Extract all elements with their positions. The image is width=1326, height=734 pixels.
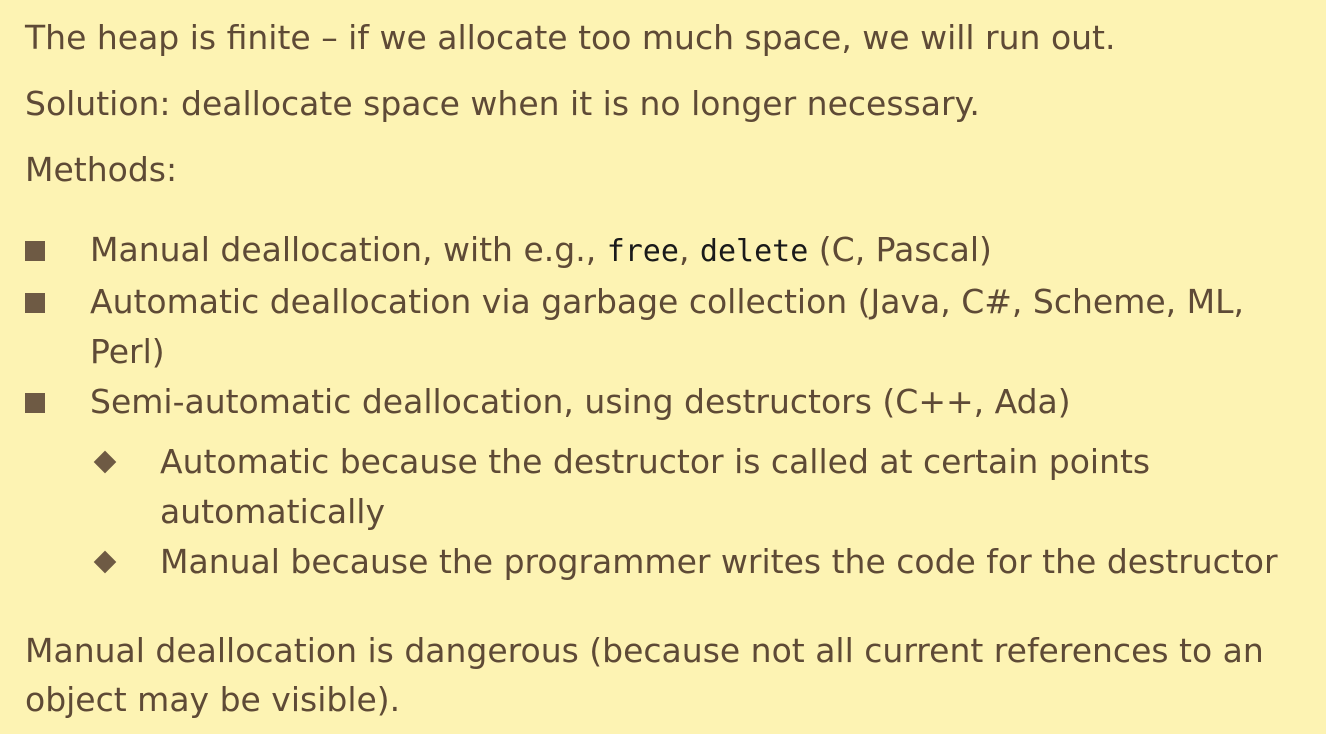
semi-automatic-subpoints: Automatic because the destructor is call… <box>0 437 1326 587</box>
closing-statement: Manual deallocation is dangerous (becaus… <box>25 631 1264 719</box>
slide: The heap is finite – if we allocate too … <box>0 0 1326 734</box>
method-manual-deallocation: Manual deallocation, with e.g., free, de… <box>0 225 1326 277</box>
methods-list: Manual deallocation, with e.g., free, de… <box>0 225 1326 587</box>
method-automatic-text: Automatic deallocation via garbage colle… <box>90 282 1244 371</box>
square-bullet-icon <box>25 293 45 313</box>
intro-line-methods: Methods: <box>25 150 178 189</box>
method-manual-prefix: Manual deallocation, with e.g., <box>90 230 607 269</box>
subpoint-manual-text: Manual because the programmer writes the… <box>160 542 1278 581</box>
method-manual-suffix: (C, Pascal) <box>808 230 992 269</box>
subpoint-automatic-text: Automatic because the destructor is call… <box>160 442 1151 531</box>
intro-line-solution: Solution: deallocate space when it is no… <box>25 84 980 123</box>
code-free: free <box>606 234 679 269</box>
method-automatic-deallocation: Automatic deallocation via garbage colle… <box>0 277 1326 377</box>
square-bullet-icon <box>25 393 45 413</box>
intro-line-heap-finite: The heap is finite – if we allocate too … <box>25 18 1116 57</box>
square-bullet-icon <box>25 241 45 261</box>
subpoint-automatic-because: Automatic because the destructor is call… <box>0 437 1326 537</box>
subpoint-manual-because: Manual because the programmer writes the… <box>0 537 1326 587</box>
method-manual-sep: , <box>678 230 700 269</box>
diamond-bullet-icon <box>93 450 117 474</box>
method-semi-automatic-text: Semi-automatic deallocation, using destr… <box>90 382 1071 421</box>
code-delete: delete <box>699 234 809 269</box>
diamond-bullet-icon <box>93 550 117 574</box>
method-semi-automatic-deallocation: Semi-automatic deallocation, using destr… <box>0 377 1326 587</box>
method-manual-text: Manual deallocation, with e.g., free, de… <box>90 225 1305 277</box>
